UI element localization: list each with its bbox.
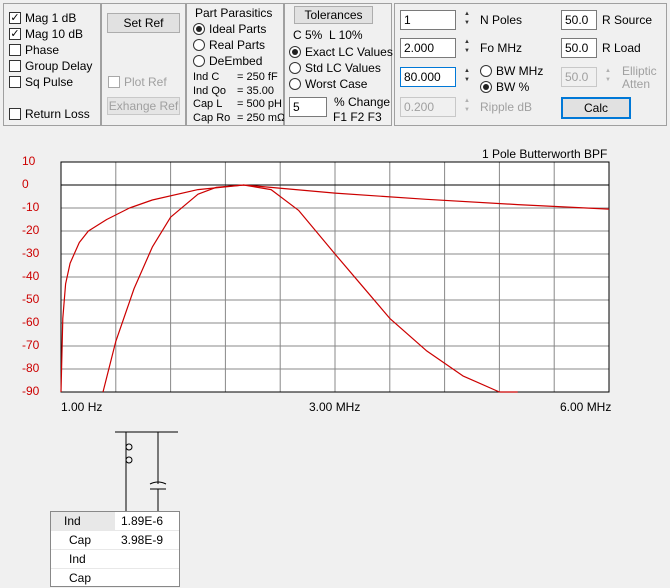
- bw-percent-radio[interactable]: [480, 81, 492, 93]
- table-row[interactable]: Cap: [51, 569, 179, 587]
- elliptic-spinner[interactable]: ▲ ▼: [602, 67, 614, 87]
- phase-checkbox[interactable]: [9, 44, 21, 56]
- bw-mhz-radio[interactable]: [480, 65, 492, 77]
- group-delay-label: Group Delay: [25, 59, 93, 73]
- real-parts-radio[interactable]: [193, 39, 205, 51]
- phase-label: Phase: [25, 43, 60, 57]
- exact-lc-label: Exact LC Values: [305, 45, 393, 59]
- schematic: [115, 431, 178, 512]
- exact-lc-radio[interactable]: [289, 46, 301, 58]
- worst-case-label: Worst Case: [305, 77, 368, 91]
- x-tick-label-start: 1.00 Hz: [61, 400, 103, 414]
- bw-spinner[interactable]: ▲ ▼: [461, 67, 473, 87]
- plot-ref-checkbox[interactable]: [108, 76, 120, 88]
- n-poles-spinner[interactable]: ▲ ▼: [461, 10, 473, 30]
- calc-button[interactable]: Calc: [561, 97, 631, 119]
- change-label: % Change: [334, 95, 391, 109]
- bw-mhz-label: BW MHz: [496, 64, 544, 78]
- fo-input[interactable]: 2.000: [400, 38, 456, 58]
- table-row-label: Cap: [69, 533, 92, 547]
- table-row-value: 1.89E-6: [121, 514, 164, 528]
- ideal-parts-radio[interactable]: [193, 23, 205, 35]
- plot-ref-label: Plot Ref: [124, 75, 167, 89]
- table-row-label: Ind: [51, 512, 115, 530]
- worst-case-radio[interactable]: [289, 78, 301, 90]
- sq-pulse-label: Sq Pulse: [25, 75, 74, 89]
- l-tolerance: L 10%: [329, 28, 363, 42]
- chart-plot: [60, 161, 610, 393]
- table-row-label: Ind: [69, 552, 86, 566]
- bw-percent-label: BW %: [496, 80, 530, 94]
- bw-input[interactable]: 80.000: [400, 67, 456, 87]
- mag-10db-label: Mag 10 dB: [25, 27, 84, 41]
- fo-spinner[interactable]: ▲ ▼: [461, 38, 473, 58]
- n-poles-input[interactable]: 1: [400, 10, 456, 30]
- ripple-spinner[interactable]: ▲ ▼: [461, 97, 473, 117]
- table-row-value: 3.98E-9: [121, 533, 164, 547]
- parasitics-title: Part Parasitics: [195, 6, 273, 20]
- tolerances-button[interactable]: Tolerances: [294, 6, 373, 24]
- r-source-label: R Source: [602, 13, 653, 27]
- table-row[interactable]: Ind 1.89E-6: [51, 512, 179, 531]
- ideal-parts-label: Ideal Parts: [209, 22, 267, 36]
- ripple-label: Ripple dB: [480, 100, 533, 114]
- set-ref-button[interactable]: Set Ref: [107, 13, 180, 33]
- mag-1db-checkbox[interactable]: ✓: [9, 12, 21, 24]
- group-delay-checkbox[interactable]: [9, 60, 21, 72]
- chart-area: 1 Pole Butterworth BPF 10 0 -10 -20 -30 -40 -5…: [0, 140, 670, 420]
- r-load-label: R Load: [602, 41, 641, 55]
- inductor-coil-lower: [125, 456, 133, 464]
- real-parts-label: Real Parts: [209, 38, 266, 52]
- atten-label: Atten: [622, 77, 651, 91]
- r-source-input[interactable]: 50.0: [561, 10, 597, 30]
- change-percent-input[interactable]: 5: [289, 97, 327, 117]
- ind-c-row: Ind C = 250 fF: [193, 71, 278, 83]
- elliptic-input[interactable]: 50.0: [561, 67, 597, 87]
- fo-label: Fo MHz: [480, 41, 522, 55]
- mag-1db-label: Mag 1 dB: [25, 11, 77, 25]
- x-tick-label-end: 6.00 MHz: [560, 400, 612, 414]
- inductor-coil-upper: [125, 443, 133, 451]
- r-load-input[interactable]: 50.0: [561, 38, 597, 58]
- c-tolerance: C 5%: [293, 28, 323, 42]
- table-row-label: Cap: [69, 571, 92, 585]
- f-labels: F1 F2 F3: [333, 110, 382, 124]
- parasitic-values: Ind C = 250 fF Ind Qo = 35.00 Cap L = 500 p…: [193, 71, 285, 125]
- mag-10db-checkbox[interactable]: ✓: [9, 28, 21, 40]
- n-poles-label: N Poles: [480, 13, 523, 27]
- table-row-value: [115, 569, 121, 587]
- ripple-input[interactable]: 0.200: [400, 97, 456, 117]
- component-table: Ind 1.89E-6 Cap 3.98E-9 Ind Cap: [50, 511, 180, 587]
- elliptic-label: Elliptic: [622, 64, 657, 78]
- table-row[interactable]: Cap 3.98E-9: [51, 531, 179, 550]
- ind-qo-row: Ind Qo = 35.00: [193, 84, 275, 97]
- table-row-value: [115, 550, 121, 568]
- table-row[interactable]: Ind: [51, 550, 179, 569]
- deembed-label: DeEmbed: [209, 54, 263, 68]
- x-tick-label-mid: 3.00 MHz: [309, 400, 361, 414]
- sq-pulse-checkbox[interactable]: [9, 76, 21, 88]
- exchange-ref-button[interactable]: Exhange Ref: [107, 97, 180, 115]
- cap-ro-row: Cap Ro = 250 mΩ: [193, 111, 286, 124]
- std-lc-radio[interactable]: [289, 62, 301, 74]
- cap-l-row: Cap L = 500 pH: [193, 98, 282, 110]
- std-lc-label: Std LC Values: [305, 61, 381, 75]
- return-loss-checkbox[interactable]: [9, 108, 21, 120]
- deembed-radio[interactable]: [193, 55, 205, 67]
- return-loss-label: Return Loss: [25, 107, 90, 121]
